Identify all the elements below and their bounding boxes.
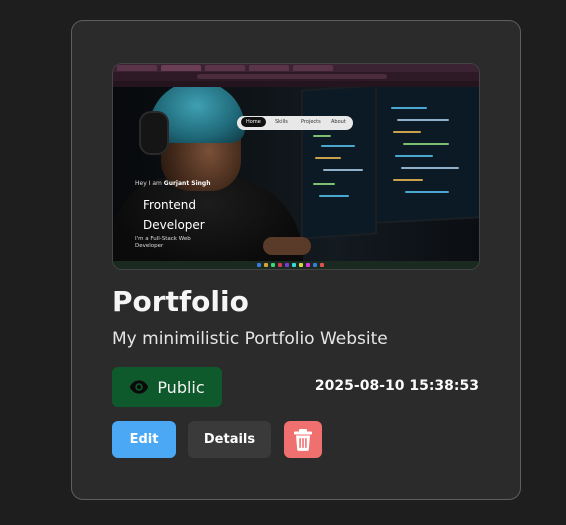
delete-button[interactable] — [284, 421, 322, 458]
visibility-badge[interactable]: Public — [112, 367, 222, 407]
edit-button[interactable]: Edit — [112, 421, 176, 458]
details-button[interactable]: Details — [188, 421, 271, 458]
project-title: Portfolio — [112, 285, 249, 318]
project-preview-image[interactable]: Home Skills Projects About Hey I am Gurj… — [112, 63, 480, 270]
preview-nav-projects: Projects — [301, 119, 321, 125]
preview-tagline: I'm a Full-Stack Web Developer — [135, 236, 191, 249]
preview-nav-home: Home — [241, 117, 266, 127]
headphone-shape — [139, 111, 169, 155]
visibility-label: Public — [157, 377, 205, 397]
preview-nav-skills: Skills — [275, 119, 288, 125]
hero-scene: Home Skills Projects About Hey I am Gurj… — [113, 87, 479, 263]
updated-timestamp: 2025-08-10 15:38:53 — [314, 378, 479, 394]
preview-nav: Home Skills Projects About — [237, 116, 353, 130]
trash-icon — [294, 428, 312, 451]
preview-nav-about: About — [331, 119, 346, 125]
eye-icon — [130, 380, 149, 394]
preview-headline: Frontend Developer — [143, 198, 205, 232]
os-taskbar — [113, 261, 479, 269]
browser-tab-strip — [113, 64, 479, 72]
preview-greeting: Hey I am Gurjant Singh — [135, 180, 211, 187]
project-card: Home Skills Projects About Hey I am Gurj… — [71, 20, 521, 500]
project-description: My minimilistic Portfolio Website — [112, 329, 388, 349]
